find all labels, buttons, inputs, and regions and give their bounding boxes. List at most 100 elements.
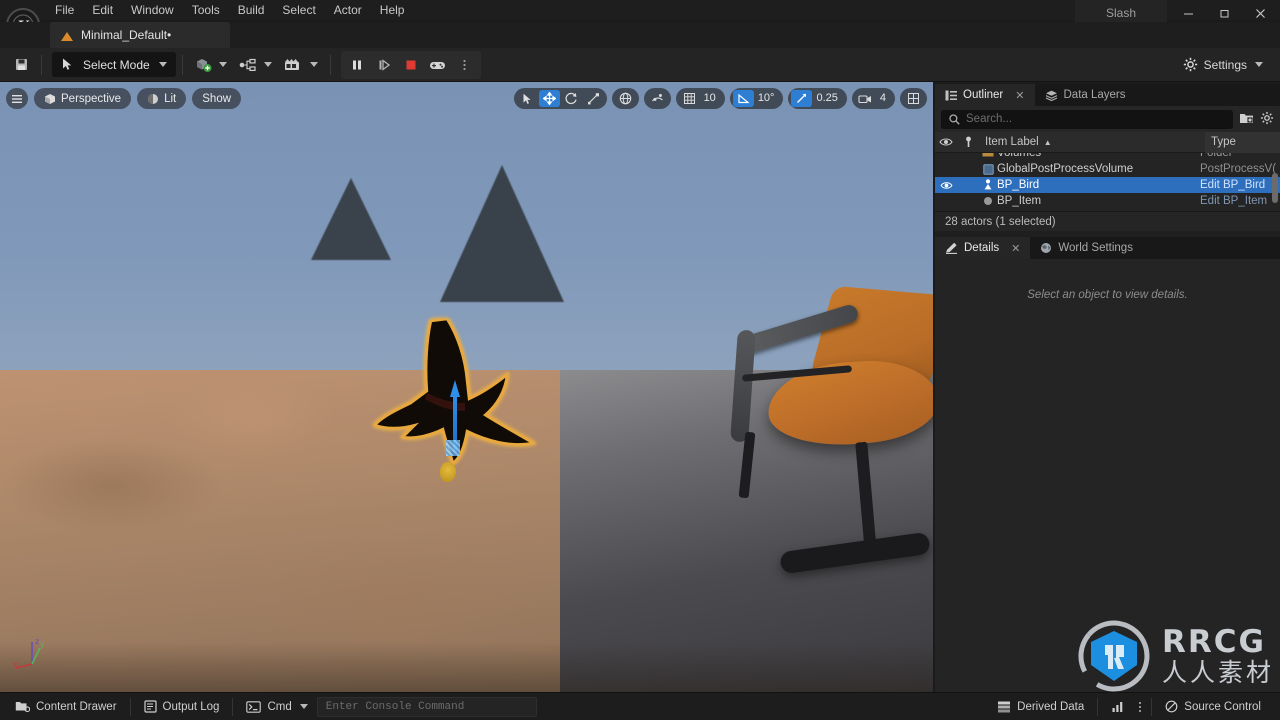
statusbar-kebab-button[interactable] [1133, 696, 1147, 718]
stop-button[interactable] [398, 53, 424, 77]
blueprints-button[interactable] [233, 53, 278, 77]
selected-actor-bp-bird[interactable] [372, 317, 557, 482]
outliner-search-input[interactable]: Search... [941, 109, 1233, 129]
details-empty-message: Select an object to view details. [1027, 289, 1188, 301]
viewport-perspective-button[interactable]: Perspective [34, 88, 132, 109]
kebab-menu-icon [1139, 701, 1142, 712]
add-actor-icon [196, 58, 212, 72]
content-drawer-icon [15, 702, 30, 713]
rotate-tool-button[interactable] [561, 90, 582, 107]
toolbar-divider-2 [181, 54, 183, 75]
tab-details[interactable]: Details ✕ [935, 237, 1031, 259]
unreal-editor-window: U File Edit Window Tools Build Select Ac… [0, 0, 1280, 720]
cmd-dropdown-button[interactable]: Cmd [237, 696, 316, 718]
viewport-toolbar-right: 10 10° 0.25 4 [513, 88, 927, 109]
camera-speed-button[interactable] [855, 90, 876, 107]
level-tab[interactable]: Minimal_Default• [50, 22, 230, 48]
performance-stats-button[interactable] [1102, 696, 1133, 718]
table-row[interactable]: Volumes Folder [935, 153, 1280, 161]
camera-speed-value[interactable]: 4 [877, 90, 892, 107]
scale-tool-button[interactable] [583, 90, 604, 107]
angle-snap-toggle[interactable] [732, 90, 754, 107]
table-row[interactable]: BP_Item Edit BP_Item [935, 193, 1280, 209]
select-mode-dropdown[interactable]: Select Mode [52, 52, 176, 77]
column-visibility-header[interactable] [935, 137, 957, 147]
cinematics-button[interactable] [278, 53, 324, 77]
tab-world-settings[interactable]: World Settings [1030, 237, 1143, 259]
viewport-show-button[interactable]: Show [192, 88, 242, 109]
play-options-kebab[interactable] [452, 53, 478, 77]
menu-tools[interactable]: Tools [183, 0, 229, 20]
outliner-settings-button[interactable] [1260, 111, 1274, 128]
maximize-viewport-button[interactable] [903, 90, 924, 107]
add-actor-button[interactable] [189, 53, 233, 77]
console-command-input[interactable]: Enter Console Command [316, 696, 537, 717]
move-tool-button[interactable] [538, 90, 560, 107]
move-gizmo-center-handle[interactable] [446, 440, 460, 456]
menu-edit[interactable]: Edit [83, 0, 122, 20]
actor-icon [979, 196, 997, 206]
table-row[interactable]: GlobalPostProcessVolume PostProcessV( [935, 161, 1280, 177]
settings-button[interactable]: Settings [1176, 53, 1270, 77]
column-item-label-text: Item Label [985, 136, 1039, 148]
menu-help[interactable]: Help [371, 0, 414, 20]
close-outliner-icon[interactable]: ✕ [1015, 89, 1024, 102]
content-drawer-label: Content Drawer [36, 700, 117, 713]
row-visibility-toggle[interactable] [935, 181, 957, 190]
output-log-button[interactable]: Output Log [135, 696, 229, 718]
menu-actor[interactable]: Actor [325, 0, 371, 20]
pause-button[interactable] [344, 53, 370, 77]
tab-data-layers-label: Data Layers [1063, 89, 1126, 101]
outliner-scrollbar[interactable] [1272, 173, 1278, 203]
table-row[interactable]: BP_Bird Edit BP_Bird [935, 177, 1280, 193]
derived-data-button[interactable]: Derived Data [988, 696, 1093, 718]
select-tool-button[interactable] [517, 90, 538, 107]
viewport-lit-button[interactable]: Lit [137, 88, 187, 109]
column-pin-header[interactable] [957, 136, 979, 148]
settings-label: Settings [1203, 57, 1247, 72]
outliner-tree[interactable]: Volumes Folder GlobalPostProcessVolume P… [935, 153, 1280, 211]
surface-snapping-button[interactable] [647, 90, 668, 107]
row-type: PostProcessV( [1200, 163, 1277, 175]
menu-file[interactable]: File [46, 0, 83, 20]
menu-build[interactable]: Build [229, 0, 274, 20]
viewport-options-menu-button[interactable] [6, 88, 28, 109]
content-drawer-button[interactable]: Content Drawer [6, 696, 126, 718]
eject-button[interactable] [425, 53, 451, 77]
minimize-icon [1183, 13, 1193, 14]
grid-snap-toggle[interactable] [679, 90, 700, 107]
source-control-button[interactable]: Source Control [1156, 696, 1270, 718]
perspective-cube-icon [45, 93, 55, 104]
scale-snap-toggle[interactable] [791, 90, 813, 107]
level-viewport[interactable]: z x y Perspective Lit Show 10 10° 0.25 4 [0, 82, 933, 692]
menu-window[interactable]: Window [122, 0, 183, 20]
outliner-search-placeholder: Search... [966, 113, 1013, 125]
row-type: Edit BP_Item [1200, 195, 1268, 207]
world-space-button[interactable] [615, 90, 636, 107]
viewport-axis-indicator: z x y [12, 634, 56, 676]
column-item-label-header[interactable]: Item Label ▲ [979, 136, 1205, 148]
close-details-icon[interactable]: ✕ [1011, 242, 1020, 255]
tab-outliner[interactable]: Outliner ✕ [935, 84, 1035, 106]
grid-snap-value[interactable]: 10 [701, 90, 722, 107]
frame-step-button[interactable] [371, 53, 397, 77]
column-type-header[interactable]: Type [1205, 131, 1280, 153]
maximize-icon [1220, 9, 1228, 17]
new-folder-button[interactable] [1239, 111, 1254, 128]
tab-data-layers[interactable]: Data Layers [1034, 84, 1136, 106]
statusbar-divider-1 [129, 697, 131, 716]
details-panel-body: Select an object to view details. [935, 259, 1280, 720]
tab-details-label: Details [964, 242, 1000, 254]
blueprint-icon [239, 58, 256, 71]
cursor-arrow-icon [523, 93, 531, 104]
save-button[interactable] [8, 53, 35, 77]
viewport-layout-icon [908, 93, 919, 104]
transform-tools-group [513, 88, 607, 109]
gear-icon [1260, 111, 1274, 124]
menu-select[interactable]: Select [273, 0, 324, 20]
grid-snap-group: 10 [675, 88, 725, 109]
row-type[interactable]: Edit BP_Bird [1200, 179, 1280, 191]
scale-snap-value[interactable]: 0.25 [813, 90, 843, 107]
new-folder-icon [1240, 113, 1253, 123]
angle-snap-value[interactable]: 10° [755, 90, 781, 107]
